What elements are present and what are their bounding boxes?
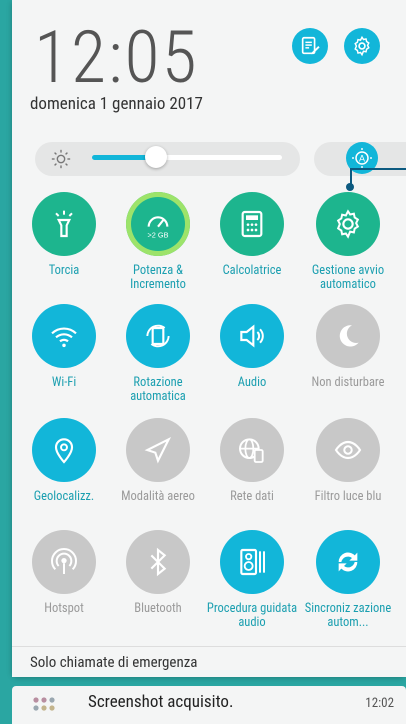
eye-icon [334, 440, 362, 460]
tile-circle[interactable] [316, 304, 380, 368]
speaker-icon [240, 324, 264, 348]
sync-icon [338, 552, 358, 572]
tile-circle[interactable] [316, 418, 380, 482]
tile-label: Modalità aereo [121, 489, 195, 504]
tile-label: Non disturbare [311, 375, 385, 390]
tile-label: Audio [237, 375, 267, 390]
tile-label: Rotazione automatica [130, 375, 186, 404]
settings-button[interactable] [344, 28, 380, 64]
tile-bluetooth[interactable]: Bluetooth [112, 530, 204, 616]
notes-button[interactable] [292, 28, 328, 64]
tile-blue-light-filter[interactable]: Filtro luce blu [302, 418, 394, 504]
tile-label: Filtro luce blu [314, 489, 382, 504]
brightness-slider-thumb[interactable] [145, 146, 167, 168]
tile-airplane[interactable]: Modalità aereo [112, 418, 204, 504]
gear-icon [354, 35, 370, 57]
clock-time: 12:05 [34, 15, 199, 100]
tile-circle[interactable] [126, 530, 190, 594]
tile-label: Rete dati [230, 489, 274, 504]
moon-icon [339, 325, 359, 347]
tile-mobile-data[interactable]: Rete dati [206, 418, 298, 504]
notification-message: Screenshot acquisito. [88, 692, 234, 712]
tile-autostart[interactable]: Gestione avvio automatico [302, 192, 394, 292]
tile-circle[interactable] [316, 530, 380, 594]
tile-label: Hotspot [44, 601, 84, 616]
gear-icon [336, 209, 360, 239]
auto-brightness-icon: A [352, 148, 372, 168]
airplane-icon [144, 436, 172, 464]
tile-circle[interactable] [32, 304, 96, 368]
svg-text:A: A [359, 154, 365, 164]
bluetooth-icon [150, 547, 167, 577]
tile-circle[interactable] [316, 192, 380, 256]
tile-circle[interactable] [32, 192, 96, 256]
emergency-text: Solo chiamate di emergenza [30, 653, 198, 671]
tile-rotation[interactable]: Rotazione automatica [112, 304, 204, 404]
tile-label: Wi-Fi [51, 375, 77, 390]
tile-label: Bluetooth [134, 601, 182, 616]
equalizer-icon [240, 548, 265, 576]
tile-flashlight[interactable]: Torcia [18, 192, 110, 278]
flashlight-icon [55, 210, 73, 238]
tile-location[interactable]: Geolocalizz. [18, 418, 110, 504]
tile-circle[interactable]: >2 GB [126, 192, 190, 256]
tile-audio-wizard[interactable]: Procedura guidata audio [206, 530, 298, 630]
tile-circle[interactable] [220, 530, 284, 594]
notification-item[interactable]: Screenshot acquisito. 12:02 [12, 686, 406, 724]
notification-time: 12:02 [365, 696, 394, 711]
wifi-icon [51, 327, 77, 348]
tile-auto-sync[interactable]: Sincroniz zazione autom... [302, 530, 394, 630]
annotation-pointer [350, 168, 406, 188]
speed-boost-icon: >2 GB [148, 216, 169, 239]
app-grid-icon [33, 697, 55, 711]
svg-text:>2 GB: >2 GB [148, 230, 169, 239]
tile-audio[interactable]: Audio [206, 304, 298, 390]
tile-circle[interactable] [126, 418, 190, 482]
brightness-icon [51, 149, 71, 169]
tile-circle[interactable] [220, 418, 284, 482]
tile-label: Gestione avvio automatico [311, 263, 385, 292]
tile-label: Sincroniz zazione autom... [304, 601, 392, 630]
tile-label: Potenza & Incremento [130, 263, 186, 292]
tile-do-not-disturb[interactable]: Non disturbare [302, 304, 394, 390]
emergency-status-bar: Solo chiamate di emergenza [12, 646, 406, 677]
tile-circle[interactable] [220, 192, 284, 256]
tile-circle[interactable] [32, 530, 96, 594]
globe-icon [239, 438, 264, 463]
notes-icon [301, 36, 320, 55]
tile-label: Geolocalizz. [33, 489, 95, 504]
tile-hotspot[interactable]: Hotspot [18, 530, 110, 616]
tile-circle[interactable] [220, 304, 284, 368]
hotspot-icon [51, 548, 77, 574]
tile-circle[interactable] [32, 418, 96, 482]
clock-date: domenica 1 gennaio 2017 [30, 94, 203, 114]
tile-wifi[interactable]: Wi-Fi [18, 304, 110, 390]
tile-circle[interactable] [126, 304, 190, 368]
tile-calculator[interactable]: Calcolatrice [206, 192, 298, 278]
tile-label: Torcia [48, 263, 80, 278]
calculator-icon [241, 210, 263, 238]
tile-label: Calcolatrice [222, 263, 282, 278]
tile-label: Procedura guidata audio [206, 601, 298, 630]
location-icon [54, 438, 74, 464]
annotation-dot [346, 183, 354, 191]
rotate-icon [146, 324, 170, 348]
tile-boost[interactable]: >2 GB Potenza & Incremento [112, 192, 204, 292]
